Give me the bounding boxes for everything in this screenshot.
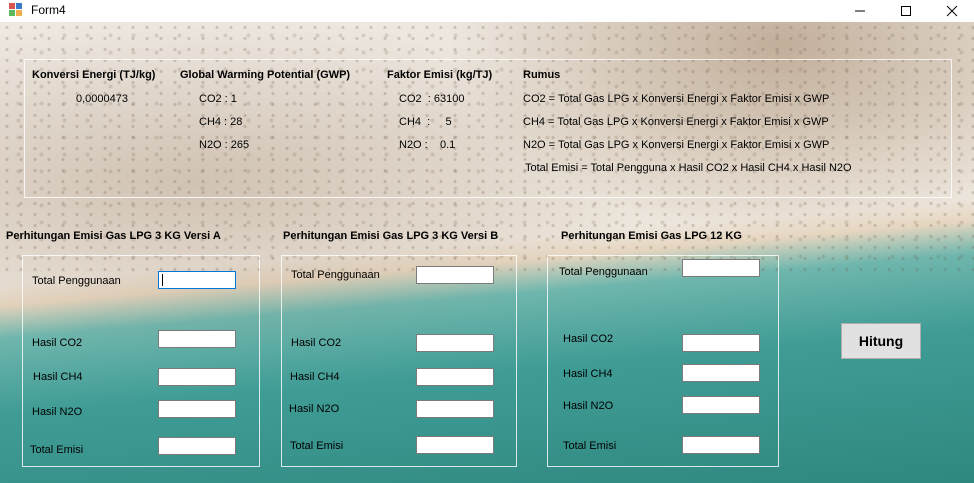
group-a-n2o-output[interactable] [158, 400, 236, 418]
gwp-co2: CO2 : 1 [199, 93, 237, 105]
konversi-value: 0,0000473 [76, 93, 128, 105]
konversi-header: Konversi Energi (TJ/kg) [32, 69, 156, 81]
group-c-total-penggunaan-input[interactable] [682, 259, 760, 277]
hitung-button[interactable]: Hitung [841, 323, 921, 359]
group-b-co2-label: Hasil CO2 [291, 337, 342, 349]
group-b-n2o-output[interactable] [416, 400, 494, 418]
group-b-total-penggunaan-label: Total Penggunaan [291, 269, 380, 281]
group-b-n2o-label: Hasil N2O [289, 403, 340, 415]
title-bar: Form4 [0, 0, 974, 22]
group-b-total-penggunaan-input[interactable] [416, 266, 494, 284]
text-caret [162, 274, 163, 286]
close-button[interactable] [929, 0, 974, 22]
gwp-n2o: N2O : 265 [199, 139, 250, 151]
group-a-total-emisi-label: Total Emisi [30, 444, 84, 456]
gwp-ch4: CH4 : 28 [199, 116, 243, 128]
group-c-ch4-label: Hasil CH4 [563, 368, 613, 380]
group-c-ch4-output[interactable] [682, 364, 760, 382]
group-a-co2-output[interactable] [158, 330, 236, 348]
group-a-co2-label: Hasil CO2 [32, 337, 83, 349]
group-b-total-emisi-label: Total Emisi [290, 440, 344, 452]
group-c-n2o-label: Hasil N2O [563, 400, 614, 412]
group-a-n2o-label: Hasil N2O [32, 406, 83, 418]
group-a-total-penggunaan-label: Total Penggunaan [32, 275, 121, 287]
group-a-total-penggunaan-input[interactable] [158, 271, 236, 289]
group-c-total-emisi-output[interactable] [682, 436, 760, 454]
faktor-co2: CO2 : 63100 [399, 93, 465, 105]
gwp-header: Global Warming Potential (GWP) [180, 69, 351, 81]
rumus-n2o: N2O = Total Gas LPG x Konversi Energi x … [523, 139, 830, 151]
faktor-header: Faktor Emisi (kg/TJ) [387, 69, 493, 81]
group-c-n2o-output[interactable] [682, 396, 760, 414]
group-a-total-emisi-output[interactable] [158, 437, 236, 455]
group-a-ch4-output[interactable] [158, 368, 236, 386]
group-b-ch4-output[interactable] [416, 368, 494, 386]
group-b-total-emisi-output[interactable] [416, 436, 494, 454]
rumus-ch4: CH4 = Total Gas LPG x Konversi Energi x … [523, 116, 829, 128]
group-b-title: Perhitungan Emisi Gas LPG 3 KG Versi B [283, 230, 499, 242]
maximize-icon [901, 6, 911, 16]
window-title: Form4 [31, 3, 66, 17]
minimize-icon [855, 10, 865, 12]
faktor-ch4: CH4 : 5 [399, 116, 452, 128]
group-c-title: Perhitungan Emisi Gas LPG 12 KG [561, 230, 742, 242]
minimize-button[interactable] [837, 0, 883, 22]
form-client-area: Konversi Energi (TJ/kg) Global Warming P… [0, 22, 974, 483]
group-c-total-emisi-label: Total Emisi [563, 440, 617, 452]
app-icon [9, 3, 23, 17]
group-b-ch4-label: Hasil CH4 [290, 371, 340, 383]
maximize-button[interactable] [883, 0, 929, 22]
rumus-header: Rumus [523, 69, 561, 81]
group-c-co2-output[interactable] [682, 334, 760, 352]
rumus-co2: CO2 = Total Gas LPG x Konversi Energi x … [523, 93, 830, 105]
close-icon [946, 5, 958, 17]
rumus-total-emisi: Total Emisi = Total Pengguna x Hasil CO2… [525, 162, 852, 174]
group-c-co2-label: Hasil CO2 [563, 333, 614, 345]
group-a-title: Perhitungan Emisi Gas LPG 3 KG Versi A [6, 230, 221, 242]
group-a-ch4-label: Hasil CH4 [33, 371, 83, 383]
group-b-co2-output[interactable] [416, 334, 494, 352]
group-c-total-penggunaan-label: Total Penggunaan [559, 266, 648, 278]
faktor-n2o: N2O : 0.1 [399, 139, 456, 151]
